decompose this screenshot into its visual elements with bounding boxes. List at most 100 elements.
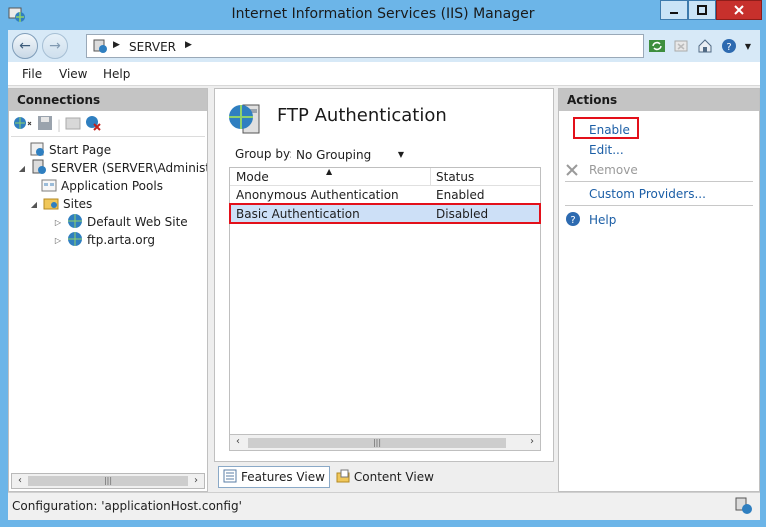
scroll-thumb[interactable]: |||	[248, 438, 506, 448]
edit-action[interactable]: Edit...	[589, 143, 624, 157]
connect-globe-icon[interactable]	[13, 115, 33, 134]
column-header-mode[interactable]: Mode	[236, 170, 269, 184]
menu-bar: File View Help	[8, 62, 760, 86]
remove-x-icon	[565, 163, 579, 180]
help-action[interactable]: Help	[589, 213, 616, 227]
tab-content-view[interactable]: Content View	[332, 466, 438, 488]
connections-header: Connections	[9, 89, 207, 111]
page-title: FTP Authentication	[277, 105, 447, 126]
title-bar: Internet Information Services (IIS) Mana…	[0, 0, 766, 28]
main-area: Connections | Start Page ◢ SERVER (SERVE…	[8, 86, 760, 492]
chevron-down-icon[interactable]: ▼	[744, 37, 752, 55]
column-divider[interactable]	[430, 168, 431, 186]
annotation-highlight-row	[229, 203, 541, 224]
tree-item-label: Default Web Site	[87, 215, 188, 229]
tree-item-label: Sites	[63, 197, 93, 211]
collapse-icon[interactable]: ◢	[17, 164, 27, 173]
globe-icon	[67, 213, 83, 232]
close-button[interactable]	[716, 0, 762, 20]
tree-item-label: SERVER (SERVER\Administrato	[51, 161, 207, 175]
view-tabs: Features View Content View	[218, 466, 438, 488]
remove-action[interactable]: Remove	[589, 163, 638, 177]
scroll-left-icon[interactable]: ‹	[13, 475, 27, 487]
tree-item-ftp-site[interactable]: ▷ ftp.arta.org	[53, 231, 155, 249]
menu-help[interactable]: Help	[103, 67, 130, 81]
custom-providers-action[interactable]: Custom Providers...	[589, 187, 706, 201]
tree-item-server[interactable]: ◢ SERVER (SERVER\Administrato	[17, 159, 207, 177]
status-bar: Configuration: 'applicationHost.config'	[8, 492, 760, 520]
connections-tree: Start Page ◢ SERVER (SERVER\Administrato…	[9, 139, 207, 474]
svg-text:?: ?	[726, 42, 731, 53]
connections-pane: Connections | Start Page ◢ SERVER (SERVE…	[8, 88, 208, 492]
row-mode: Anonymous Authentication	[236, 188, 399, 202]
maximize-icon	[697, 5, 707, 15]
breadcrumb-separator-icon: ▶	[113, 40, 120, 50]
feature-pane: FTP Authentication Group by: No Grouping…	[214, 88, 554, 462]
group-by-label: Group by:	[235, 147, 294, 161]
tab-features-view[interactable]: Features View	[218, 466, 330, 488]
start-page-icon	[29, 141, 45, 160]
tab-label: Content View	[353, 470, 434, 484]
tree-item-label: ftp.arta.org	[87, 233, 155, 247]
network-status-icon	[734, 497, 754, 518]
svg-text:?: ?	[570, 215, 575, 226]
tree-item-start-page[interactable]: Start Page	[29, 141, 111, 159]
up-level-icon[interactable]	[65, 115, 81, 134]
help-icon: ?	[565, 211, 581, 230]
column-header-status[interactable]: Status	[436, 170, 474, 184]
server-icon	[93, 39, 107, 56]
back-button[interactable]: ←	[12, 33, 38, 59]
grid-hscrollbar[interactable]: ‹ ||| ›	[230, 434, 540, 450]
close-icon	[734, 5, 744, 15]
stop-icon[interactable]	[672, 37, 690, 55]
actions-header: Actions	[559, 89, 759, 111]
globe-icon	[67, 231, 83, 250]
content-view-icon	[336, 469, 350, 486]
tree-item-default-web-site[interactable]: ▷ Default Web Site	[53, 213, 188, 231]
scroll-right-icon[interactable]: ›	[189, 475, 203, 487]
scroll-thumb[interactable]: |||	[28, 476, 188, 486]
window-title: Internet Information Services (IIS) Mana…	[231, 6, 535, 22]
collapse-icon[interactable]: ◢	[29, 200, 39, 209]
server-icon	[31, 159, 47, 178]
address-bar[interactable]: ▶ SERVER ▶	[86, 34, 644, 58]
features-view-icon	[223, 469, 237, 486]
actions-pane: Actions Enable Edit... Remove Custom Pro…	[558, 88, 760, 492]
expand-icon[interactable]: ▷	[53, 236, 63, 245]
minimize-button[interactable]	[660, 0, 688, 20]
home-icon[interactable]	[696, 37, 714, 55]
address-toolbar: ← → ▶ SERVER ▶ ? ▼	[8, 30, 760, 62]
maximize-button[interactable]	[688, 0, 716, 20]
group-by-select[interactable]: No Grouping ▼	[291, 144, 409, 164]
actions-divider	[565, 205, 753, 206]
row-status: Enabled	[436, 188, 485, 202]
delete-connection-icon[interactable]	[85, 115, 101, 134]
refresh-icon[interactable]	[648, 37, 666, 55]
scroll-left-icon[interactable]: ‹	[231, 436, 245, 447]
minimize-icon	[670, 12, 678, 14]
scroll-right-icon[interactable]: ›	[525, 436, 539, 447]
annotation-highlight-enable	[573, 117, 639, 139]
forward-button[interactable]: →	[42, 33, 68, 59]
separator-icon: |	[57, 117, 62, 132]
tree-item-application-pools[interactable]: Application Pools	[41, 177, 163, 195]
status-text: Configuration: 'applicationHost.config'	[12, 499, 242, 513]
breadcrumb-server[interactable]: SERVER	[129, 40, 176, 54]
forward-arrow-icon: →	[49, 38, 61, 54]
tab-label: Features View	[241, 470, 325, 484]
menu-file[interactable]: File	[22, 67, 42, 81]
help-icon[interactable]: ?	[720, 37, 738, 55]
connections-hscrollbar[interactable]: ‹ ||| ›	[11, 473, 205, 489]
expand-icon[interactable]: ▷	[53, 218, 63, 227]
address-tool-icons: ? ▼	[648, 36, 752, 56]
back-arrow-icon: ←	[19, 38, 31, 54]
save-icon[interactable]	[37, 115, 53, 134]
sort-ascending-icon: ▲	[326, 167, 333, 176]
tree-item-label: Application Pools	[61, 179, 163, 193]
breadcrumb-separator-icon[interactable]: ▶	[185, 40, 192, 50]
tree-item-sites[interactable]: ◢ Sites	[29, 195, 92, 213]
actions-divider	[565, 181, 753, 182]
group-by-value: No Grouping	[296, 148, 372, 162]
sites-folder-icon	[43, 195, 59, 214]
menu-view[interactable]: View	[59, 67, 87, 81]
